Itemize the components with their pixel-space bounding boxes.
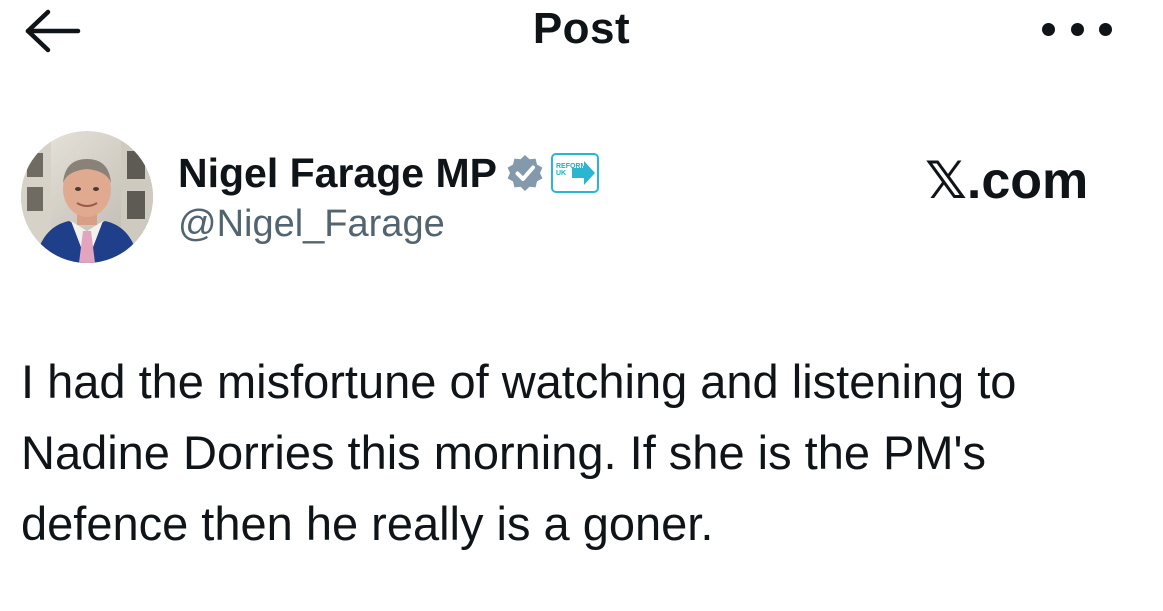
more-options-button[interactable]	[1042, 16, 1112, 42]
verified-badge-icon	[507, 155, 543, 191]
back-button[interactable]	[20, 6, 82, 56]
author-name-row: Nigel Farage MP REFORM UK	[178, 147, 599, 199]
affiliation-badge[interactable]: REFORM UK	[550, 153, 599, 193]
arrow-right-icon	[571, 161, 595, 185]
tweet-text: I had the misfortune of watching and lis…	[21, 355, 1017, 550]
author-handle[interactable]: @Nigel_Farage	[178, 203, 445, 246]
post-page: Post Nigel Farage MP REFORM UK @Nigel_Fa…	[0, 0, 1163, 611]
more-horizontal-icon	[1042, 22, 1055, 36]
profile-photo	[21, 131, 153, 263]
author-name[interactable]: Nigel Farage MP	[178, 150, 497, 197]
page-title: Post	[532, 4, 631, 53]
source-label: 𝕏.com	[925, 152, 1089, 210]
arrow-left-icon	[25, 9, 81, 53]
more-horizontal-icon-dot	[1099, 22, 1112, 36]
avatar[interactable]	[21, 131, 153, 263]
more-horizontal-icon-dot	[1070, 22, 1084, 36]
